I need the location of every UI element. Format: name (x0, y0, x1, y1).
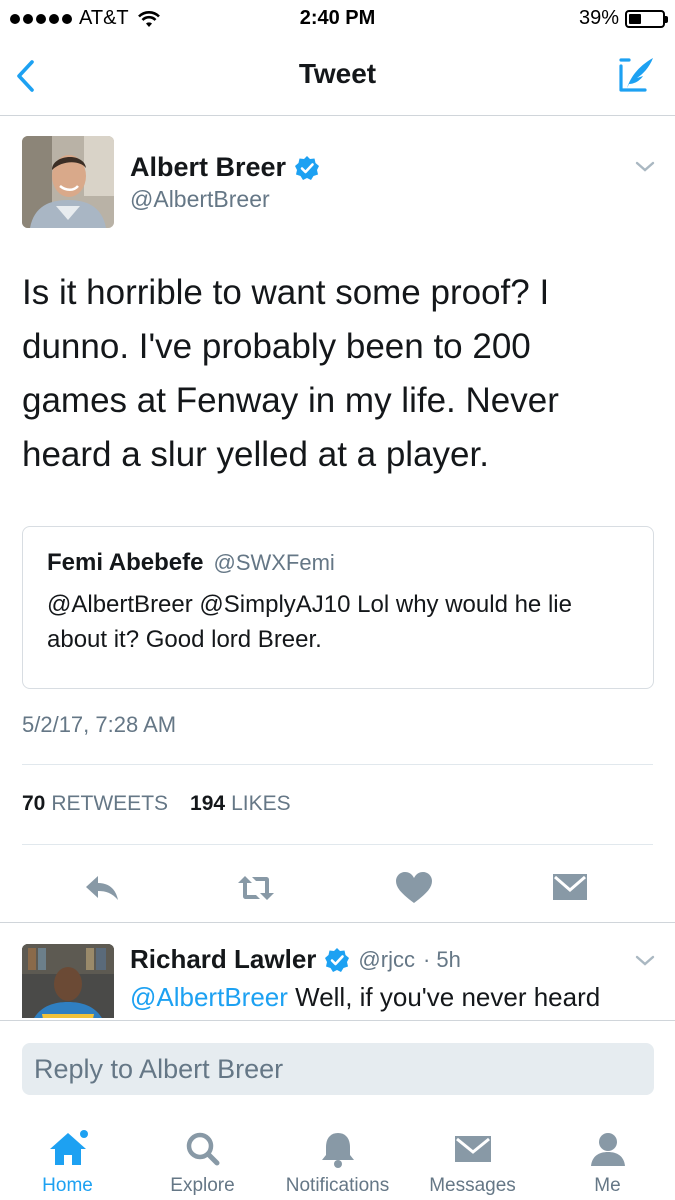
reply-age: · 5h (422, 946, 461, 972)
retweets-count[interactable]: 70 (22, 792, 45, 816)
likes-label[interactable]: LIKES (231, 792, 291, 816)
reply-author-handle[interactable]: @rjcc (358, 947, 415, 973)
verified-badge-icon (295, 155, 320, 180)
tab-bar: Home Explore Notifications Messages Me (0, 1115, 675, 1200)
tweet-stats: 70 RETWEETS 194 LIKES (22, 792, 291, 816)
author-name[interactable]: Albert Breer (130, 152, 286, 183)
avatar[interactable] (22, 136, 114, 228)
home-icon (49, 1130, 88, 1165)
quote-header: Femi Abebefe @SWXFemi (47, 549, 335, 577)
reply-tweet[interactable]: Richard Lawler @rjcc · 5h @AlbertBreer W… (0, 922, 675, 1018)
reply-icon[interactable] (82, 870, 122, 906)
author-name-row: Albert Breer (130, 152, 320, 183)
battery-icon (625, 9, 668, 28)
reply-header: Richard Lawler @rjcc · 5h (130, 944, 461, 975)
battery-fill (629, 13, 642, 24)
author-handle[interactable]: @AlbertBreer (130, 186, 270, 213)
envelope-icon (454, 1136, 491, 1162)
chevron-down-icon[interactable] (634, 160, 656, 174)
divider (22, 844, 653, 845)
reply-mention[interactable]: @AlbertBreer (130, 982, 288, 1012)
quote-text: @AlbertBreer @SimplyAJ10 Lol why would h… (47, 591, 572, 653)
chevron-down-icon[interactable] (634, 954, 656, 968)
reply-input[interactable]: Reply to Albert Breer (22, 1043, 654, 1095)
direct-message-icon[interactable] (550, 870, 590, 906)
retweet-icon[interactable] (236, 870, 276, 906)
compose-icon[interactable] (615, 54, 657, 96)
tab-label: Home (42, 1175, 93, 1196)
nav-bar: Tweet (0, 38, 675, 116)
reply-text: @AlbertBreer Well, if you've never heard… (130, 978, 650, 1018)
person-icon (590, 1133, 625, 1166)
author-photo (22, 136, 114, 228)
reply-author-name[interactable]: Richard Lawler (130, 944, 316, 975)
avatar[interactable] (22, 944, 114, 1018)
quote-author-handle: @SWXFemi (213, 550, 335, 575)
tab-label: Messages (429, 1175, 516, 1196)
reply-composer: Reply to Albert Breer (0, 1020, 675, 1115)
tab-messages[interactable]: Messages (405, 1123, 540, 1197)
retweets-label[interactable]: RETWEETS (51, 792, 168, 816)
tweet-actions (0, 860, 675, 920)
tab-label: Me (594, 1175, 621, 1196)
tab-home[interactable]: Home (0, 1123, 135, 1197)
tab-explore[interactable]: Explore (135, 1123, 270, 1197)
status-right: 39% (578, 7, 668, 30)
tweet-text: Is it horrible to want some proof? I dun… (22, 273, 559, 474)
tab-notifications[interactable]: Notifications (270, 1123, 405, 1197)
likes-count[interactable]: 194 (190, 792, 225, 816)
reply-author-photo (22, 944, 114, 1018)
quoted-tweet[interactable]: Femi Abebefe @SWXFemi @AlbertBreer @Simp… (22, 526, 654, 689)
tab-label: Notifications (285, 1175, 390, 1196)
verified-badge-icon (325, 947, 350, 972)
page-title: Tweet (298, 58, 377, 89)
search-icon (186, 1132, 219, 1166)
status-time: 2:40 PM (299, 7, 376, 29)
heart-icon[interactable] (394, 870, 434, 906)
tab-label: Explore (170, 1175, 235, 1196)
bell-icon (321, 1133, 354, 1168)
status-bar: AT&T 2:40 PM 39% (0, 0, 675, 38)
tweet-timestamp: 5/2/17, 7:28 AM (22, 712, 177, 737)
tab-me[interactable]: Me (540, 1123, 675, 1197)
quote-author-name: Femi Abebefe (47, 549, 204, 576)
divider (22, 764, 653, 765)
battery-percent: 39% (578, 7, 619, 29)
